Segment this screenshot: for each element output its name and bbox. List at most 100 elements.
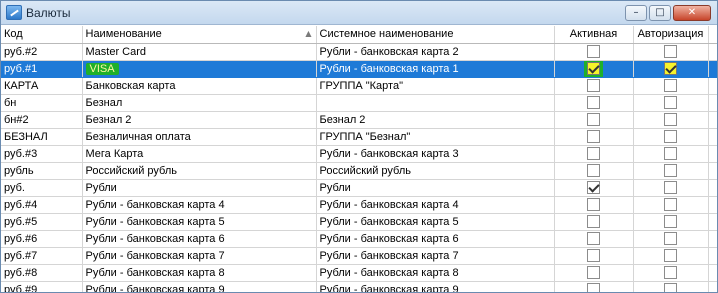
active-checkbox[interactable] (587, 198, 600, 211)
cell-system-name[interactable]: Российский рубль (316, 162, 555, 180)
cell-name[interactable]: Рубли - банковская карта 7 (82, 247, 317, 265)
active-checkbox[interactable] (587, 113, 600, 126)
cell-system-name[interactable]: Рубли (316, 179, 555, 197)
table-row[interactable]: руб.#7 Рубли - банковская карта 7 Рубли - … (1, 247, 717, 265)
cell-code[interactable]: руб.#1 (1, 60, 83, 78)
active-checkbox[interactable] (587, 164, 600, 177)
authorization-checkbox[interactable] (664, 181, 677, 194)
cell-name[interactable]: Безнал (82, 94, 317, 112)
cell-code[interactable]: БЕЗНАЛ (1, 128, 83, 146)
title-bar[interactable]: Валюты – □ ✕ (1, 1, 717, 25)
authorization-checkbox[interactable] (664, 113, 677, 126)
cell-system-name[interactable]: Рубли - банковская карта 9 (316, 281, 555, 292)
cell-name[interactable]: Рубли - банковская карта 4 (82, 196, 317, 214)
cell-system-name[interactable]: Рубли - банковская карта 1 (316, 60, 555, 78)
table-row[interactable]: руб.#3 Мега Карта Рубли - банковская карта… (1, 145, 717, 163)
cell-system-name[interactable]: Рубли - банковская карта 3 (316, 145, 555, 163)
authorization-checkbox[interactable] (664, 266, 677, 279)
cell-code[interactable]: рубль (1, 162, 83, 180)
table-row[interactable]: руб.#5 Рубли - банковская карта 5 Рубли - … (1, 213, 717, 231)
cell-system-name[interactable]: Рубли - банковская карта 7 (316, 247, 555, 265)
cell-system-name[interactable]: Рубли - банковская карта 8 (316, 264, 555, 282)
authorization-checkbox[interactable] (664, 198, 677, 211)
cell-code[interactable]: руб. (1, 179, 83, 197)
table-row[interactable]: руб.#6 Рубли - банковская карта 6 Рубли - … (1, 230, 717, 248)
cell-system-name[interactable]: Рубли - банковская карта 2 (316, 43, 555, 61)
active-checkbox[interactable] (587, 283, 600, 292)
cell-name[interactable]: Рубли - банковская карта 6 (82, 230, 317, 248)
cell-code[interactable]: руб.#9 (1, 281, 83, 292)
cell-name[interactable]: Рубли - банковская карта 5 (82, 213, 317, 231)
table-row[interactable]: руб.#8 Рубли - банковская карта 8 Рубли - … (1, 264, 717, 282)
cell-name[interactable]: Рубли (82, 179, 317, 197)
cell-system-name[interactable]: Рубли - банковская карта 4 (316, 196, 555, 214)
cell-name[interactable]: Рубли - банковская карта 8 (82, 264, 317, 282)
authorization-checkbox[interactable] (664, 215, 677, 228)
cell-name[interactable]: Банковская карта (82, 77, 317, 95)
cell-name[interactable]: Master Card (82, 43, 317, 61)
cell-system-name[interactable]: ГРУППА "Карта" (316, 77, 555, 95)
cell-name[interactable]: Мега Карта (82, 145, 317, 163)
table-row[interactable]: рубль Российский рубль Российский рубль (1, 162, 717, 180)
cell-name[interactable]: Российский рубль (82, 162, 317, 180)
active-checkbox[interactable] (587, 79, 600, 92)
cell-code[interactable]: руб.#8 (1, 264, 83, 282)
table-row[interactable]: руб.#9 Рубли - банковская карта 9 Рубли - … (1, 281, 717, 292)
active-checkbox[interactable] (587, 96, 600, 109)
cell-name[interactable]: Безналичная оплата (82, 128, 317, 146)
active-checkbox[interactable] (587, 147, 600, 160)
table-row[interactable]: БЕЗНАЛ Безналичная оплата ГРУППА "Безнал" (1, 128, 717, 146)
minimize-button[interactable]: – (625, 5, 647, 21)
column-header-name[interactable]: Наименование ▲ (82, 26, 317, 44)
table-row[interactable]: руб.#2 Master Card Рубли - банковская карт… (1, 43, 717, 61)
authorization-checkbox[interactable] (664, 249, 677, 262)
cell-code[interactable]: бн (1, 94, 83, 112)
table-row[interactable]: бн#2 Безнал 2 Безнал 2 (1, 111, 717, 129)
table-row[interactable]: руб. Рубли Рубли (1, 179, 717, 197)
authorization-checkbox[interactable] (664, 79, 677, 92)
cell-system-name[interactable]: Безнал 2 (316, 111, 555, 129)
authorization-checkbox[interactable] (664, 45, 677, 58)
column-header-system-name[interactable]: Системное наименование (316, 26, 555, 44)
cell-system-name[interactable]: ГРУППА "Безнал" (316, 128, 555, 146)
cell-authorization (633, 94, 709, 112)
cell-system-name[interactable]: Рубли - банковская карта 6 (316, 230, 555, 248)
active-checkbox[interactable] (584, 60, 603, 76)
cell-name[interactable]: Рубли - банковская карта 9 (82, 281, 317, 292)
authorization-checkbox[interactable] (664, 96, 677, 109)
table-row[interactable]: руб.#4 Рубли - банковская карта 4 Рубли - … (1, 196, 717, 214)
column-header-code[interactable]: Код (1, 26, 83, 44)
cell-code[interactable]: руб.#7 (1, 247, 83, 265)
table-row[interactable]: бн Безнал (1, 94, 717, 112)
authorization-checkbox[interactable] (664, 164, 677, 177)
active-checkbox[interactable] (587, 249, 600, 262)
active-checkbox[interactable] (587, 266, 600, 279)
cell-code[interactable]: бн#2 (1, 111, 83, 129)
maximize-button[interactable]: □ (649, 5, 671, 21)
authorization-checkbox[interactable] (664, 130, 677, 143)
active-checkbox[interactable] (587, 215, 600, 228)
active-checkbox[interactable] (587, 232, 600, 245)
cell-code[interactable]: руб.#4 (1, 196, 83, 214)
cell-code[interactable]: руб.#6 (1, 230, 83, 248)
authorization-checkbox[interactable] (664, 283, 677, 292)
authorization-checkbox[interactable] (664, 62, 677, 75)
column-header-authorization[interactable]: Авторизация (633, 26, 709, 44)
table-row[interactable]: руб.#1 VISA Рубли - банковская карта 1 (1, 60, 717, 78)
cell-code[interactable]: руб.#5 (1, 213, 83, 231)
authorization-checkbox[interactable] (664, 147, 677, 160)
column-header-active[interactable]: Активная (554, 26, 634, 44)
cell-system-name[interactable]: Рубли - банковская карта 5 (316, 213, 555, 231)
cell-code[interactable]: руб.#2 (1, 43, 83, 61)
active-checkbox[interactable] (587, 45, 600, 58)
cell-system-name[interactable] (316, 94, 555, 112)
authorization-checkbox[interactable] (664, 232, 677, 245)
active-checkbox[interactable] (587, 130, 600, 143)
table-row[interactable]: КАРТА Банковская карта ГРУППА "Карта" (1, 77, 717, 95)
cell-code[interactable]: КАРТА (1, 77, 83, 95)
cell-name[interactable]: Безнал 2 (82, 111, 317, 129)
cell-code[interactable]: руб.#3 (1, 145, 83, 163)
close-button[interactable]: ✕ (673, 5, 711, 21)
active-checkbox[interactable] (587, 181, 600, 194)
cell-name[interactable]: VISA (82, 60, 317, 78)
